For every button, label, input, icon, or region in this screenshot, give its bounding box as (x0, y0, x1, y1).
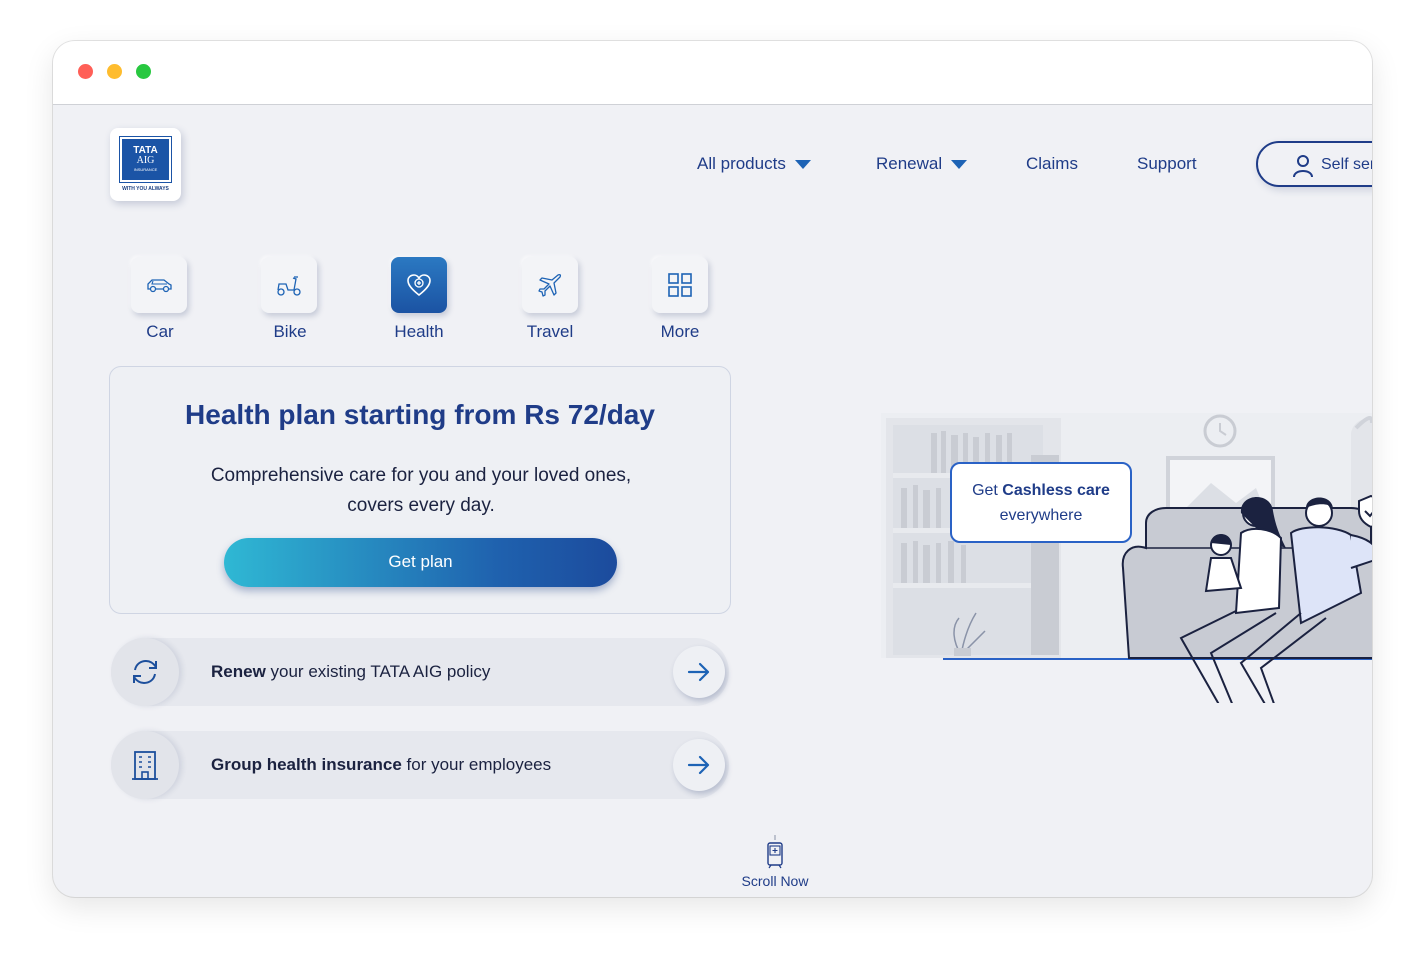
title-bar (53, 41, 1372, 105)
nav-all-products[interactable]: All products (697, 154, 811, 174)
refresh-icon (133, 659, 157, 685)
plane-icon (538, 273, 562, 297)
nav-renewal[interactable]: Renewal (876, 154, 968, 174)
product-health-label: Health (394, 322, 444, 341)
renew-row-text: Renew your existing TATA AIG policy (211, 662, 490, 682)
grid-icon (668, 273, 692, 297)
maximize-window-button[interactable] (136, 64, 151, 79)
hero-title: Health plan starting from Rs 72/day (185, 399, 655, 430)
group-row-text: Group health insurance for your employee… (211, 755, 551, 775)
bubble-prefix: Get (972, 482, 1003, 499)
close-window-button[interactable] (78, 64, 93, 79)
browser-window: TATA AIG INSURANCE WITH YOU ALWAYS All p… (53, 41, 1372, 897)
logo-mark: TATA AIG INSURANCE (119, 136, 172, 183)
group-row-rest: for your employees (401, 755, 552, 774)
bubble-line1: Get Cashless care (952, 482, 1130, 500)
hero-subtitle: Comprehensive care for you and your love… (210, 465, 632, 516)
product-more-label: More (660, 322, 700, 341)
scooter-icon (277, 276, 301, 296)
minimize-window-button[interactable] (107, 64, 122, 79)
health-plan-card: Health plan starting from Rs 72/day Comp… (109, 366, 731, 614)
scroll-indicator-icon (767, 835, 783, 869)
caret-down-icon (951, 160, 968, 170)
get-plan-label: Get plan (388, 552, 453, 571)
self-service-button[interactable]: Self ser (1256, 141, 1372, 187)
logo-text-aig: AIG (136, 155, 155, 166)
product-health-button[interactable] (391, 257, 447, 313)
nav-support[interactable]: Support (1137, 154, 1197, 174)
nav-claims[interactable]: Claims (1026, 154, 1078, 174)
car-icon (147, 279, 172, 293)
product-car-button[interactable] (131, 257, 187, 313)
scroll-now-label[interactable]: Scroll Now (725, 873, 825, 889)
product-travel-label: Travel (526, 322, 574, 341)
group-arrow-button[interactable] (673, 739, 725, 791)
logo-text-insurance: INSURANCE (133, 167, 158, 172)
group-row-bold: Group health insurance (211, 755, 402, 774)
renew-icon-circle (111, 638, 179, 706)
bubble-bold: Cashless care (1002, 482, 1110, 499)
user-icon (1293, 155, 1313, 178)
product-more-button[interactable] (652, 257, 708, 313)
renew-row-rest: your existing TATA AIG policy (265, 662, 491, 681)
arrow-right-icon (687, 662, 710, 682)
product-bike-button[interactable] (261, 257, 317, 313)
nav-renewal-label: Renewal (876, 154, 943, 173)
caret-down-icon (794, 160, 811, 170)
logo-tagline: WITH YOU ALWAYS (122, 186, 169, 192)
self-service-label: Self ser (1321, 156, 1372, 173)
group-health-row[interactable]: Group health insurance for your employee… (111, 731, 729, 799)
product-car-label: Car (146, 322, 174, 341)
renew-policy-row[interactable]: Renew your existing TATA AIG policy (111, 638, 729, 706)
arrow-right-icon (687, 755, 710, 775)
get-plan-button[interactable]: Get plan (224, 538, 617, 587)
bubble-line2: everywhere (999, 507, 1083, 524)
building-icon (132, 751, 158, 780)
heart-icon (407, 274, 431, 297)
product-travel-button[interactable] (522, 257, 578, 313)
group-icon-circle (111, 731, 179, 799)
product-bike-label: Bike (273, 322, 307, 341)
renew-arrow-button[interactable] (673, 646, 725, 698)
cashless-care-bubble: Get Cashless care everywhere (950, 462, 1132, 543)
tata-aig-logo[interactable]: TATA AIG INSURANCE WITH YOU ALWAYS (110, 128, 181, 201)
renew-row-bold: Renew (211, 662, 266, 681)
nav-all-products-label: All products (697, 154, 786, 173)
